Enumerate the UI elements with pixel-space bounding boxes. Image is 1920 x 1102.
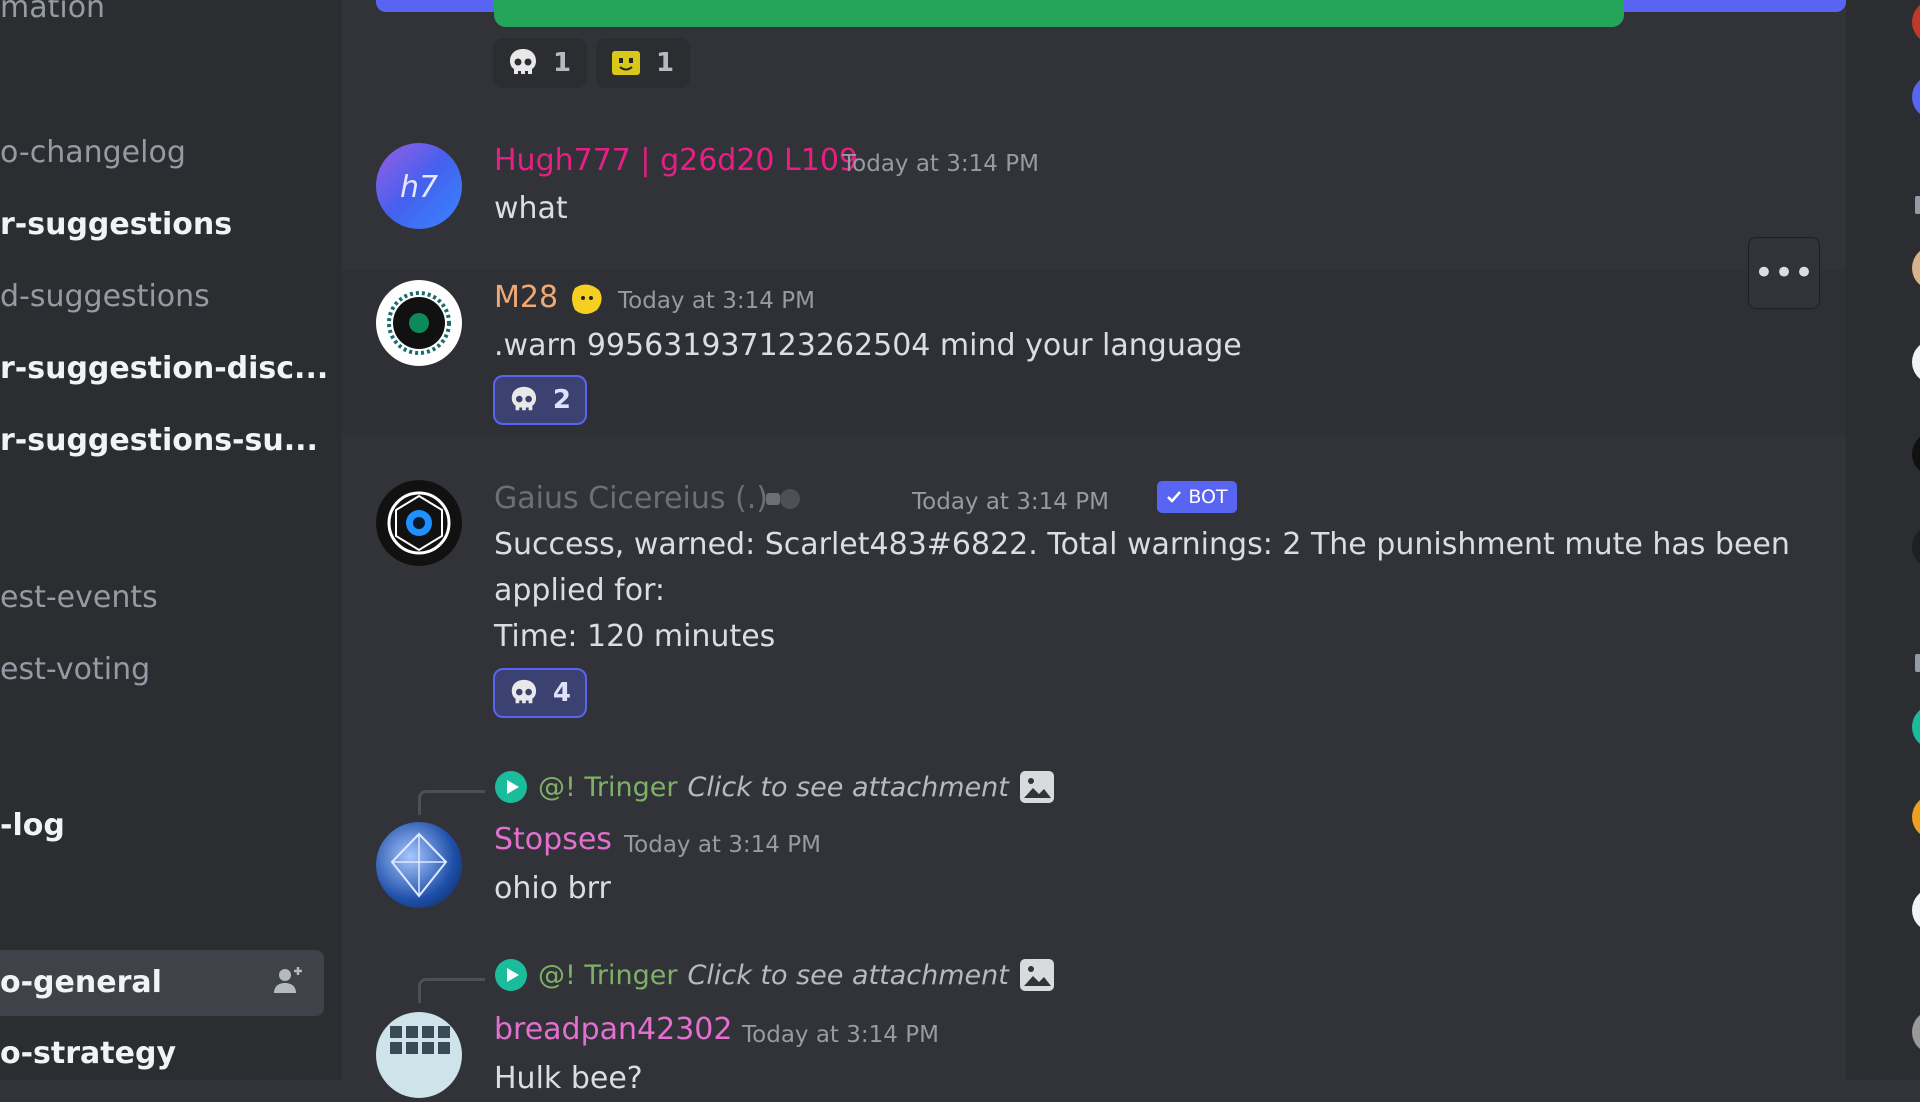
image-attachment-icon: [1019, 771, 1054, 803]
channel-item[interactable]: r-suggestion-disc...: [0, 351, 328, 386]
message-timestamp: Today at 3:14 PM: [624, 832, 821, 858]
message-text: .warn 995631937123262504 mind your langu…: [494, 328, 1242, 363]
message-author[interactable]: Stopses: [494, 822, 612, 857]
reply-preview[interactable]: @! Tringer Click to see attachment: [494, 770, 1055, 804]
bot-verified-icon: [1167, 491, 1182, 503]
reaction-skull[interactable]: 2: [493, 375, 587, 425]
avatar[interactable]: [376, 480, 462, 566]
reaction-count: 4: [552, 678, 571, 708]
reply-avatar-icon: [495, 771, 527, 803]
member-group-header: [1915, 196, 1920, 214]
message-timestamp: Today at 3:14 PM: [742, 1022, 939, 1048]
channel-item[interactable]: o-strategy: [0, 1036, 176, 1071]
reaction-count: 2: [552, 385, 571, 415]
scrollbar-track[interactable]: [1846, 0, 1881, 1080]
message-timestamp: Today at 3:14 PM: [618, 288, 815, 314]
message-author[interactable]: Gaius Cicereius (.): [494, 481, 768, 516]
member-group-header: [1915, 654, 1920, 672]
add-member-icon[interactable]: [270, 963, 306, 999]
channel-item[interactable]: est-voting: [0, 652, 150, 687]
message-text: what: [494, 191, 568, 226]
channel-item[interactable]: d-suggestions: [0, 279, 210, 314]
more-options-icon: •••: [1753, 253, 1815, 293]
channel-item[interactable]: r-suggestions: [0, 207, 232, 242]
message-text: applied for:: [494, 573, 666, 608]
embed-progress: [494, 0, 1624, 27]
reaction-skull[interactable]: 4: [493, 668, 587, 718]
channel-item[interactable]: mation: [0, 0, 105, 25]
message-author[interactable]: M28: [494, 280, 558, 315]
channel-item[interactable]: o-changelog: [0, 135, 186, 170]
reply-text: Click to see attachment: [687, 771, 1009, 803]
reply-preview[interactable]: @! Tringer Click to see attachment: [494, 958, 1055, 992]
reply-text: Click to see attachment: [687, 959, 1009, 991]
chat-area: 1 1 ••• h7 Hugh777 | g26d20 L109 Today a…: [342, 0, 1846, 1098]
skull-icon: [511, 679, 537, 704]
message-text: Time: 120 minutes: [494, 619, 776, 654]
message-timestamp: Today at 3:14 PM: [842, 151, 1039, 177]
reply-connector: [418, 790, 485, 815]
image-attachment-icon: [1019, 959, 1054, 991]
status-icon: [762, 486, 802, 512]
channel-item-active[interactable]: o-general: [0, 965, 162, 1000]
message-timestamp: Today at 3:14 PM: [912, 489, 1109, 515]
reply-author: @! Tringer: [538, 771, 678, 803]
avatar[interactable]: [376, 822, 462, 908]
message-author[interactable]: breadpan42302: [494, 1012, 732, 1047]
skull-icon: [510, 49, 536, 74]
more-options-button[interactable]: •••: [1748, 237, 1820, 309]
skull-icon: [511, 386, 537, 411]
reaction-count: 1: [553, 48, 572, 78]
avatar[interactable]: [376, 1012, 462, 1098]
yellow-emoji-icon: [567, 280, 607, 320]
channel-item[interactable]: r-suggestions-su...: [0, 423, 318, 458]
reaction-skull[interactable]: 1: [493, 38, 587, 88]
reaction-yellow-face[interactable]: 1: [596, 38, 690, 88]
channel-item[interactable]: -log: [0, 808, 65, 843]
reply-avatar-icon: [495, 959, 527, 991]
bot-badge-label: BOT: [1188, 486, 1228, 508]
avatar[interactable]: h7: [376, 143, 462, 229]
avatar[interactable]: [376, 280, 462, 366]
svg-text:h7: h7: [400, 170, 438, 205]
channel-item[interactable]: est-events: [0, 580, 158, 615]
message-text: Success, warned: Scarlet483#6822. Total …: [494, 527, 1790, 562]
reply-author: @! Tringer: [538, 959, 678, 991]
message-author[interactable]: Hugh777 | g26d20 L109: [494, 143, 858, 178]
channel-sidebar: mation o-changelog r-suggestions d-sugge…: [0, 0, 342, 1080]
yellow-face-icon: [612, 51, 640, 75]
message-text: ohio brr: [494, 871, 611, 906]
reaction-count: 1: [656, 48, 675, 78]
reply-connector: [418, 978, 485, 1003]
bot-badge: BOT: [1157, 481, 1237, 513]
message-text: Hulk bee?: [494, 1061, 643, 1096]
